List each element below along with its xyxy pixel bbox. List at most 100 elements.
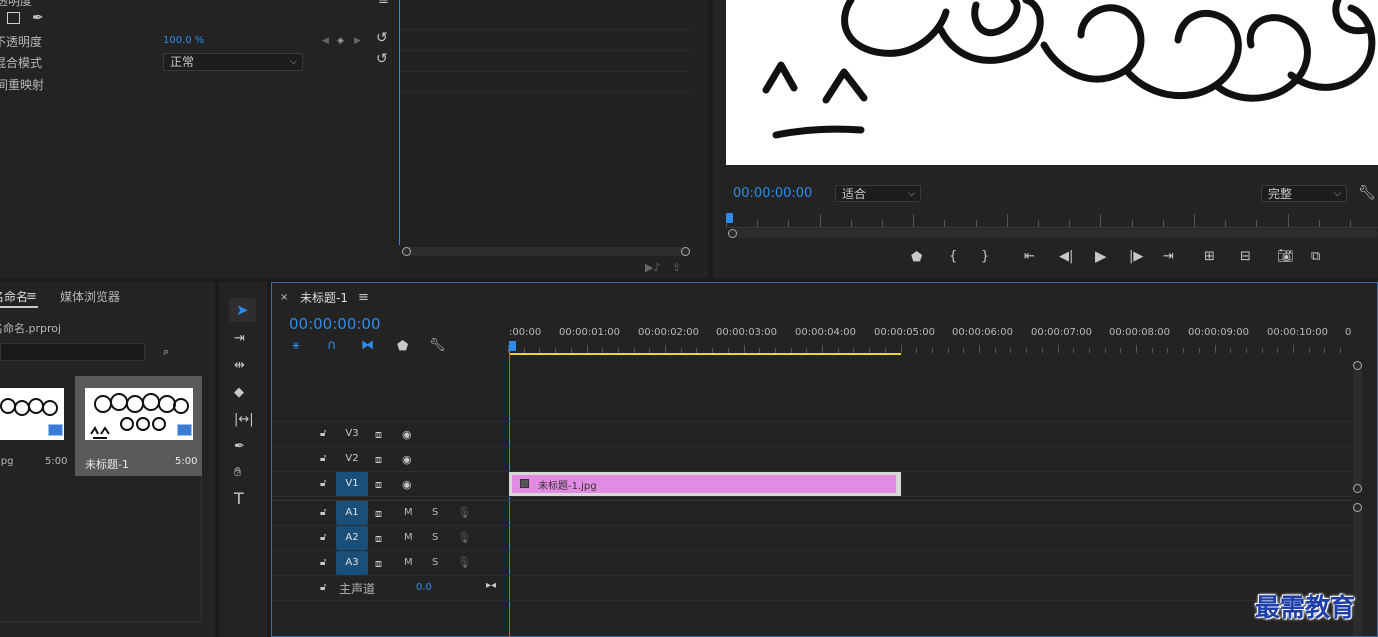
program-timecode[interactable]: 00:00:00:00 bbox=[733, 186, 812, 201]
type-tool-icon[interactable]: T bbox=[234, 491, 244, 507]
sync-lock-icon[interactable]: ⧈ bbox=[375, 557, 382, 571]
close-icon[interactable]: × bbox=[280, 291, 288, 305]
selection-tool[interactable]: ➤ bbox=[229, 298, 256, 322]
program-ruler[interactable] bbox=[726, 212, 1378, 228]
step-forward-icon[interactable]: |▶ bbox=[1129, 250, 1143, 264]
export-frame-icon[interactable]: 📷︎ bbox=[1277, 250, 1294, 264]
rectangle-mask-icon[interactable] bbox=[7, 12, 20, 24]
sync-lock-icon[interactable]: ⧈ bbox=[375, 428, 382, 442]
scroll-handle-bottom[interactable] bbox=[1353, 484, 1362, 493]
timeline-settings-icon[interactable]: 🔧︎ bbox=[429, 339, 446, 353]
master-volume-value[interactable]: 0.0 bbox=[416, 582, 432, 593]
solo-button[interactable]: S bbox=[432, 507, 438, 518]
fit-select[interactable]: 适合 ⌵ bbox=[835, 185, 921, 202]
track-v1-target[interactable]: V1 bbox=[336, 472, 368, 496]
scroll-handle-left[interactable] bbox=[728, 229, 737, 238]
microphone-icon[interactable]: 🎙︎ bbox=[457, 531, 471, 545]
program-playhead-marker[interactable] bbox=[726, 213, 733, 223]
ripple-edit-icon[interactable]: ⇹ bbox=[234, 359, 245, 373]
search-bin-icon[interactable]: ⌕ bbox=[163, 345, 169, 359]
razor-icon[interactable]: ◆ bbox=[234, 386, 244, 400]
export-icon[interactable]: ⇪ bbox=[672, 261, 681, 275]
pen-mask-icon[interactable]: ✒ bbox=[32, 11, 44, 25]
eye-icon[interactable]: ◉ bbox=[402, 453, 412, 467]
eye-icon[interactable]: ◉ bbox=[402, 428, 412, 442]
audio-only-icon[interactable]: ▶♪ bbox=[645, 261, 660, 275]
go-to-in-icon[interactable]: ⇤ bbox=[1024, 250, 1035, 264]
project-item[interactable]: jpg 5:00 bbox=[0, 376, 74, 476]
play-icon[interactable]: ▶ bbox=[1095, 249, 1107, 264]
eye-icon[interactable]: ◉ bbox=[402, 478, 412, 492]
sync-lock-icon[interactable]: ⧈ bbox=[375, 453, 382, 467]
search-input[interactable] bbox=[0, 343, 145, 361]
snap-magnet-icon[interactable]: ∩ bbox=[327, 339, 337, 353]
sync-lock-icon[interactable]: ⧈ bbox=[375, 532, 382, 546]
next-keyframe-icon[interactable]: ▶ bbox=[354, 34, 361, 48]
microphone-icon[interactable]: 🎙︎ bbox=[457, 556, 471, 570]
lock-icon[interactable]: 🔓︎ bbox=[320, 556, 326, 570]
reset-opacity-icon[interactable]: ↺ bbox=[376, 31, 388, 45]
prev-keyframe-icon[interactable]: ◀ bbox=[322, 34, 329, 48]
program-scrollbar[interactable] bbox=[728, 229, 1378, 238]
scroll-handle-top[interactable] bbox=[1353, 361, 1362, 370]
menu-icon[interactable]: ≡ bbox=[378, 0, 389, 8]
quality-select[interactable]: 完整 ⌵ bbox=[1261, 185, 1347, 202]
sync-lock-icon[interactable]: ⧈ bbox=[375, 478, 382, 492]
comparison-view-icon[interactable]: ⧉ bbox=[1311, 250, 1320, 264]
track-v3-target[interactable]: V3 bbox=[336, 422, 368, 446]
lock-icon[interactable]: 🔓︎ bbox=[320, 452, 326, 466]
track-a1-target[interactable]: A1 bbox=[336, 501, 368, 525]
opacity-value[interactable]: 100.0 % bbox=[163, 35, 204, 46]
mute-button[interactable]: M bbox=[404, 532, 413, 543]
step-back-icon[interactable]: ◀| bbox=[1059, 250, 1073, 264]
hand-tool-icon[interactable]: ✋︎ bbox=[234, 466, 241, 480]
sequence-tab-title[interactable]: 未标题-1 bbox=[300, 289, 348, 306]
scroll-handle-right[interactable] bbox=[681, 247, 690, 256]
settings-wrench-icon[interactable]: 🔧︎ bbox=[1358, 186, 1376, 200]
solo-button[interactable]: S bbox=[432, 557, 438, 568]
video-clip[interactable]: 未标题-1.jpg bbox=[509, 472, 901, 496]
lock-icon[interactable]: 🔓︎ bbox=[320, 477, 326, 491]
mute-button[interactable]: M bbox=[404, 557, 413, 568]
solo-button[interactable]: S bbox=[432, 532, 438, 543]
lock-icon[interactable]: 🔓︎ bbox=[320, 581, 326, 595]
extract-icon[interactable]: ⊟ bbox=[1240, 250, 1251, 264]
project-tab[interactable]: 名命名 bbox=[0, 288, 28, 305]
track-headers: 🔓︎ V3 ⧈ ◉ 🔓︎ V2 ⧈ ◉ 🔓︎ V1 ⧈ ◉ 🔓︎ A1 ⧈ M … bbox=[272, 421, 508, 636]
blend-mode-select[interactable]: 正常 ⌵ bbox=[163, 53, 303, 71]
add-keyframe-icon[interactable]: ◈ bbox=[337, 34, 344, 48]
add-marker-icon[interactable]: ⬟ bbox=[911, 251, 922, 265]
media-browser-tab[interactable]: 媒体浏览器 bbox=[60, 288, 120, 305]
lift-icon[interactable]: ⊞ bbox=[1204, 250, 1215, 264]
timeline-timecode[interactable]: 00:00:00:00 bbox=[289, 315, 381, 333]
lock-icon[interactable]: 🔓︎ bbox=[320, 506, 326, 520]
lock-icon[interactable]: 🔓︎ bbox=[320, 531, 326, 545]
menu-icon[interactable]: ≡ bbox=[358, 291, 369, 305]
reset-blend-icon[interactable]: ↺ bbox=[376, 52, 388, 66]
lock-icon[interactable]: 🔓︎ bbox=[320, 427, 326, 441]
master-split-icon[interactable]: ▸◂ bbox=[486, 579, 496, 593]
pen-tool-icon[interactable]: ✒ bbox=[234, 440, 245, 454]
microphone-icon[interactable]: 🎙︎ bbox=[457, 506, 471, 520]
slip-icon[interactable]: |↔| bbox=[234, 413, 254, 427]
video-track-scrollbar[interactable] bbox=[1353, 361, 1362, 493]
go-to-out-icon[interactable]: ⇥ bbox=[1163, 250, 1174, 264]
project-item-selected[interactable]: 未标题-1 5:00 bbox=[75, 376, 202, 476]
mute-button[interactable]: M bbox=[404, 507, 413, 518]
track-v2-target[interactable]: V2 bbox=[336, 447, 368, 471]
add-marker-icon[interactable]: ⬟ bbox=[397, 340, 408, 354]
mark-in-icon[interactable]: { bbox=[949, 250, 957, 264]
track-a2-target[interactable]: A2 bbox=[336, 526, 368, 550]
work-area-bar[interactable] bbox=[509, 353, 901, 355]
scroll-handle-left[interactable] bbox=[402, 247, 411, 256]
mark-out-icon[interactable]: } bbox=[981, 250, 989, 264]
sync-lock-icon[interactable]: ⧈ bbox=[375, 507, 382, 521]
track-select-icon[interactable]: ⇥ bbox=[234, 332, 245, 346]
linked-selection-icon[interactable]: ⧓ bbox=[361, 339, 374, 353]
insert-nest-icon[interactable]: ⚹ bbox=[292, 339, 300, 353]
ec-zoom-scrollbar[interactable] bbox=[402, 247, 690, 256]
scroll-handle-top[interactable] bbox=[1353, 503, 1362, 512]
menu-icon[interactable]: ≡ bbox=[26, 290, 37, 304]
track-a3-target[interactable]: A3 bbox=[336, 551, 368, 575]
time-remap-label: 时间重映射 bbox=[0, 78, 45, 92]
